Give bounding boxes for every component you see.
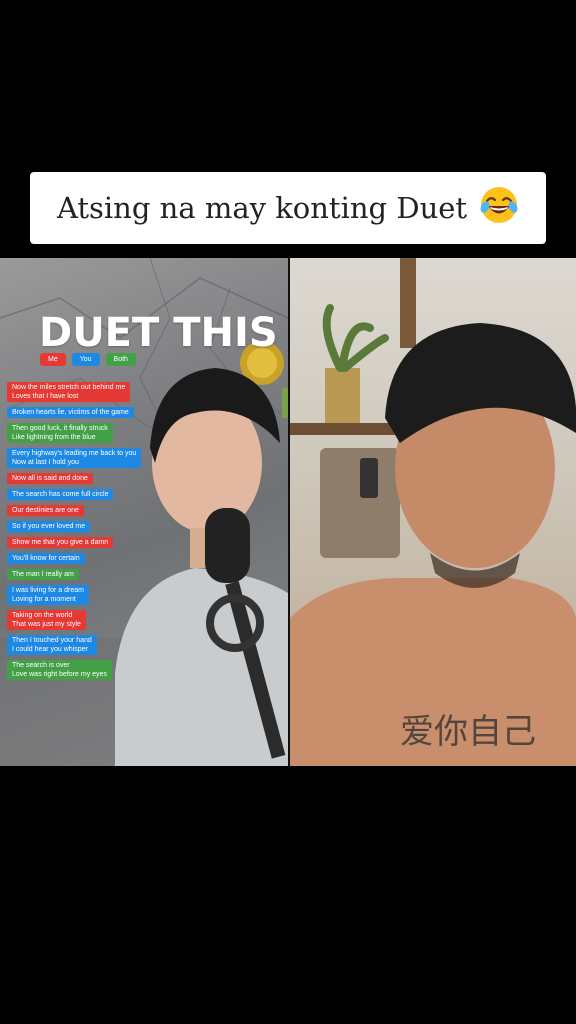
lyric-line: Every highway's leading me back to you N… xyxy=(7,448,142,468)
lyric-line: You'll know for certain xyxy=(7,553,85,564)
lyric-line: Then I touched your hand I could hear yo… xyxy=(7,635,97,655)
lyric-line: Now the miles stretch out behind me Love… xyxy=(7,382,131,402)
lyric-line: Broken hearts lie, victims of the game xyxy=(7,407,134,418)
lyric-line: I was living for a dream Loving for a mo… xyxy=(7,585,89,605)
role-legend: Me You Both xyxy=(40,353,136,366)
lyric-line: The man I really am xyxy=(7,569,79,580)
legend-both: Both xyxy=(105,353,136,366)
lyric-line: The search is over Love was right before… xyxy=(7,660,112,680)
lyric-line: The search has come full circle xyxy=(7,489,114,500)
left-video: DUET THIS Me You Both Now the miles stre… xyxy=(0,258,288,766)
lyric-line: Taking on the world That was just my sty… xyxy=(7,610,86,630)
duet-video-stage: DUET THIS Me You Both Now the miles stre… xyxy=(0,258,576,766)
svg-text:爱你自己: 爱你自己 xyxy=(400,712,536,752)
lyric-line: Show me that you give a damn xyxy=(7,537,114,548)
legend-you: You xyxy=(71,353,100,366)
lyric-line: Our destinies are one xyxy=(7,505,84,516)
lyric-line: Now all is said and done xyxy=(7,473,93,484)
right-video: 爱你自己 xyxy=(290,258,576,766)
caption-banner: Atsing na may konting Duet xyxy=(30,172,546,244)
right-video-scene: 爱你自己 xyxy=(290,258,576,766)
caption-text: Atsing na may konting Duet xyxy=(56,191,468,225)
lyric-line: So if you ever loved me xyxy=(7,521,91,532)
lyrics-list: Now the miles stretch out behind me Love… xyxy=(7,382,177,685)
lyric-line: Then good luck, it finally struck Like l… xyxy=(7,423,113,443)
duet-title: DUET THIS xyxy=(39,310,278,356)
legend-me: Me xyxy=(40,353,66,366)
laughing-emoji-icon xyxy=(480,187,518,223)
